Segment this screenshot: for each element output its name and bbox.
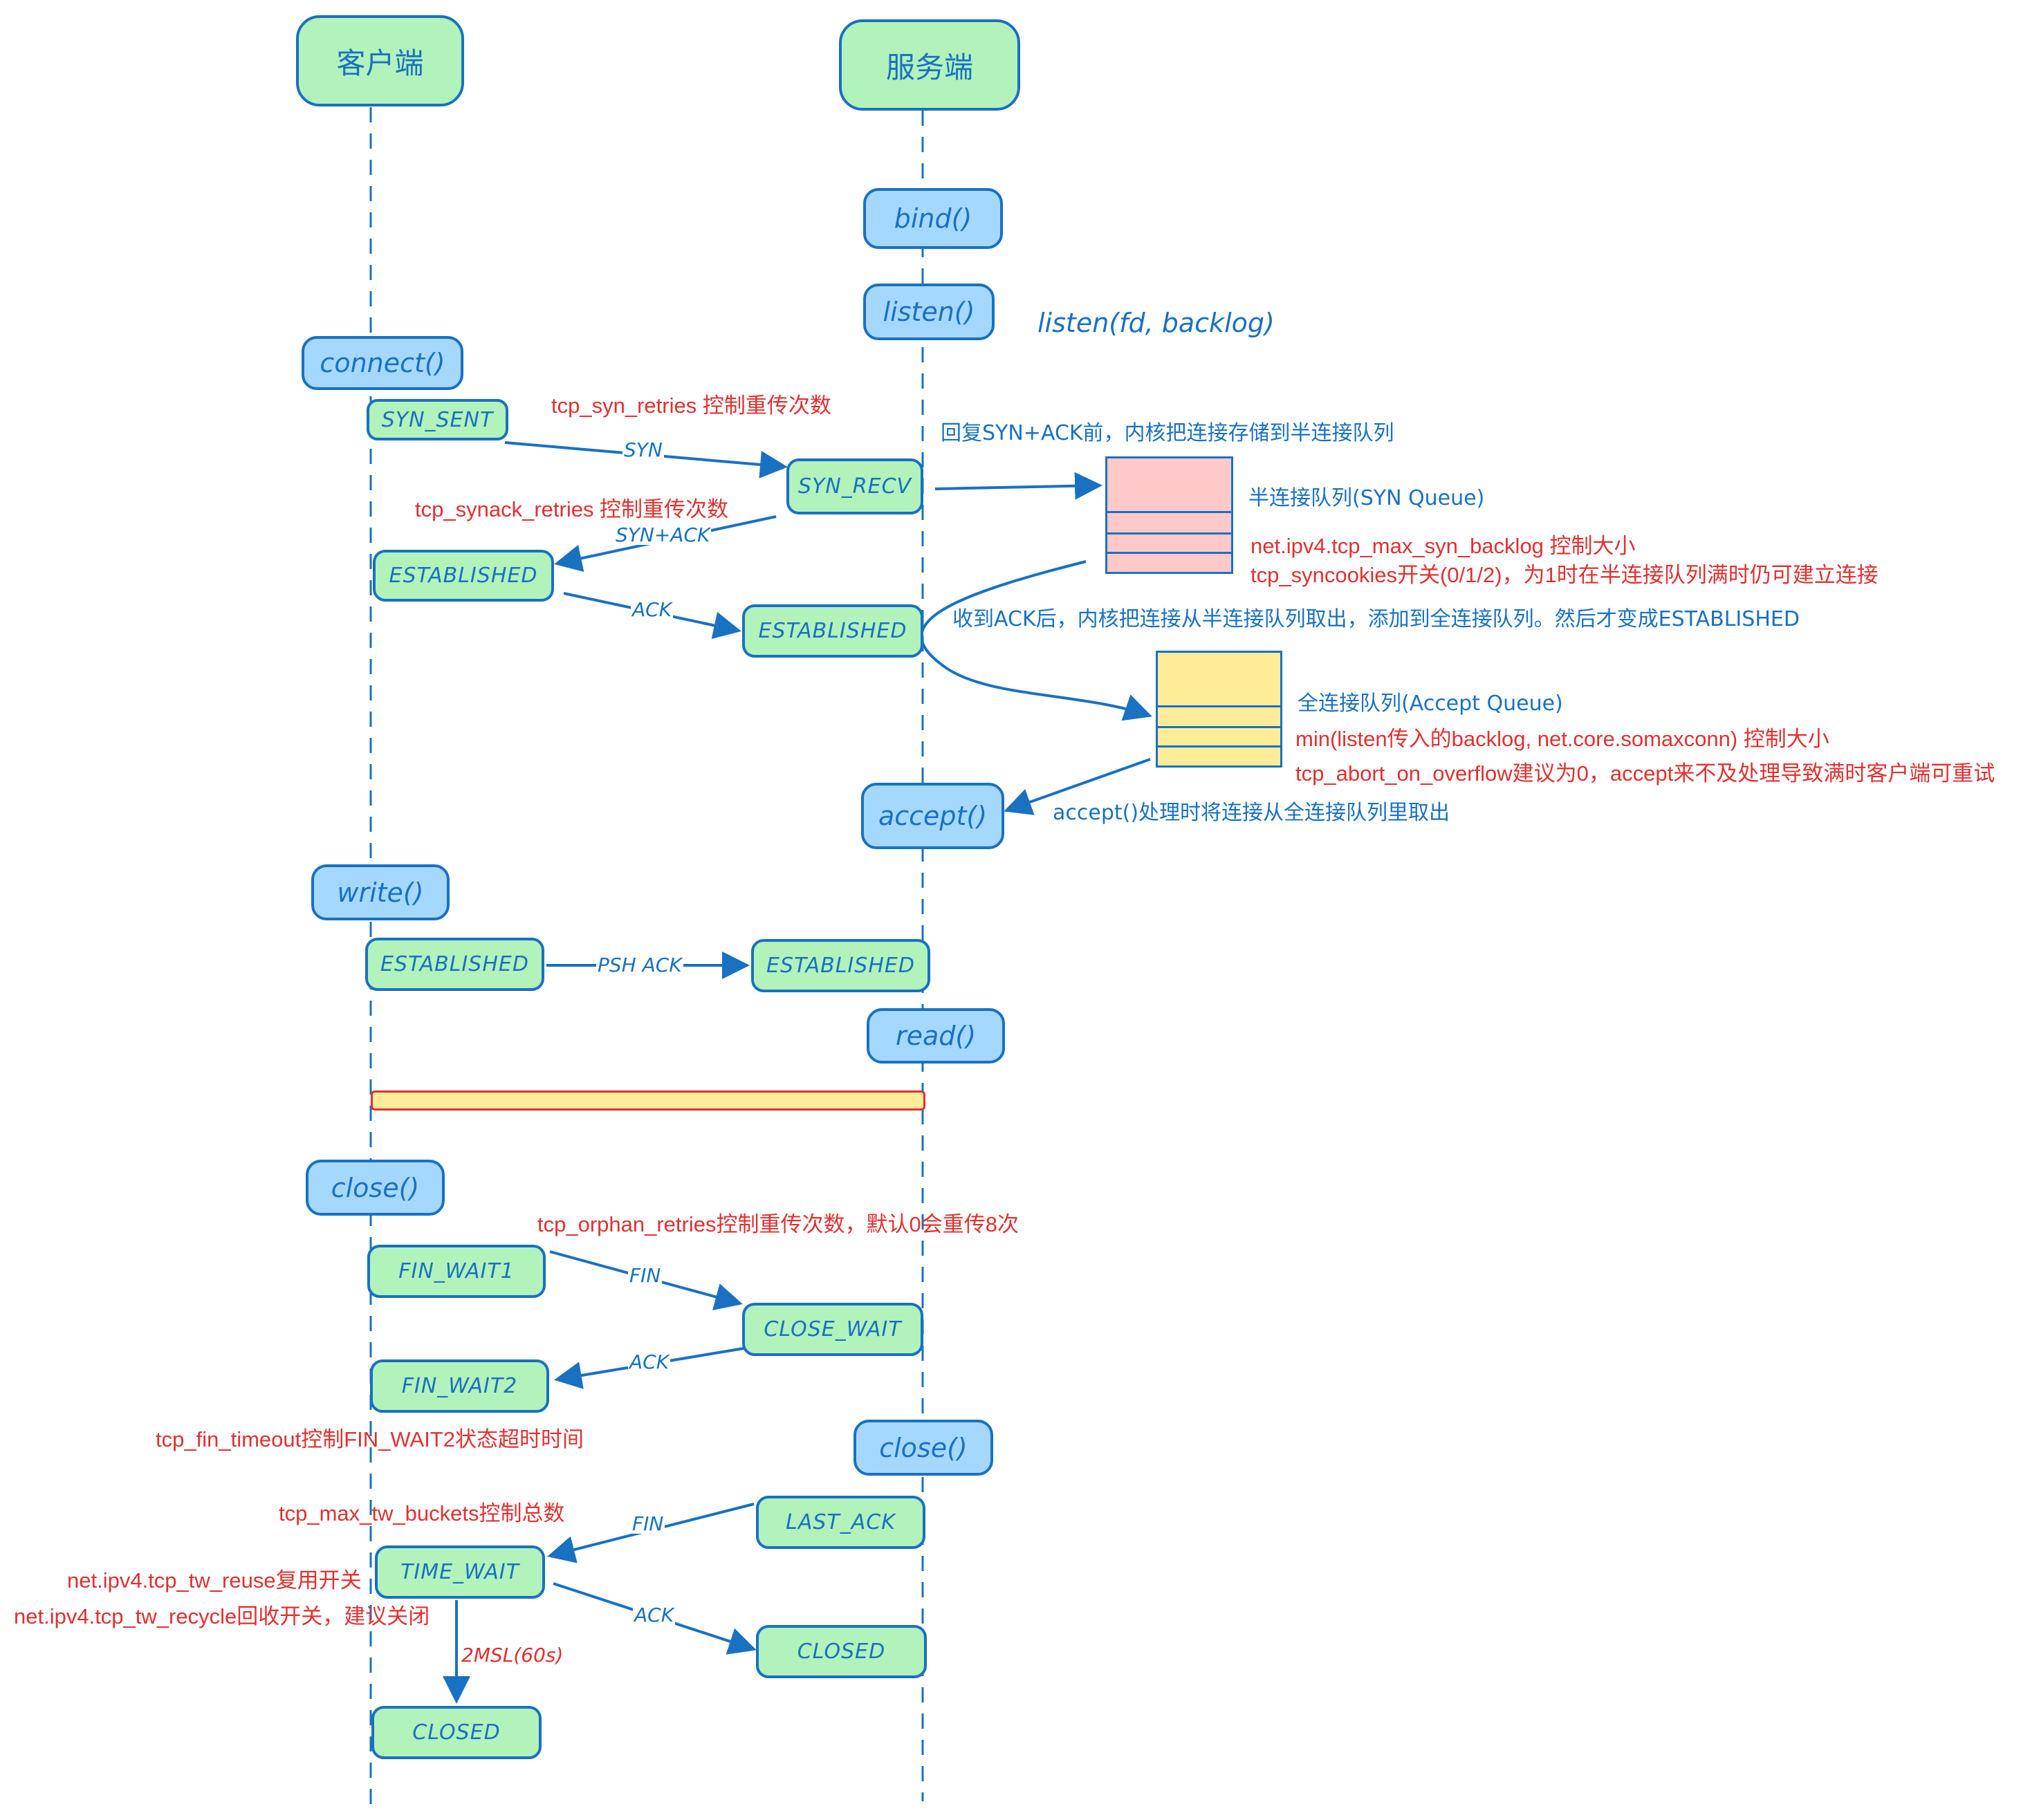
state-syn-recv: SYN_RECV	[786, 458, 923, 514]
accept-takes-note: accept()处理时将连接从全连接队列里取出	[1053, 801, 1450, 825]
synack-retries-note: tcp_synack_retries 控制重传次数	[415, 497, 729, 521]
syn-queue	[1105, 456, 1233, 574]
fin2-message-label: FIN	[631, 1512, 665, 1535]
before-synack-note: 回复SYN+ACK前，内核把连接存储到半连接队列	[941, 421, 1394, 445]
write-call: write()	[311, 864, 450, 920]
syn-queue-slot	[1107, 511, 1231, 513]
syn-queue-label: 半连接队列(SYN Queue)	[1248, 486, 1485, 510]
state-client-established-2: ESTABLISHED	[365, 938, 544, 991]
tw-buckets-note: tcp_max_tw_buckets控制总数	[279, 1501, 565, 1525]
connect-label: connect()	[320, 348, 445, 378]
psh-ack-message-label: PSH ACK	[596, 954, 683, 976]
state-syn-sent: SYN_SENT	[367, 399, 508, 440]
2msl-label: 2MSL(60s)	[461, 1644, 564, 1666]
syn-recv-label: SYN_RECV	[797, 474, 912, 499]
client-lane-header: 客户端	[296, 15, 464, 106]
accept-queue-slot	[1158, 745, 1280, 748]
server-closed-label: CLOSED	[797, 1640, 886, 1664]
fin-timeout-note: tcp_fin_timeout控制FIN_WAIT2状态超时时间	[156, 1427, 584, 1451]
accept-queue-size-note: min(listen传入的backlog, net.core.somaxconn…	[1295, 727, 1829, 751]
data-transfer-bar	[371, 1090, 925, 1111]
fin-wait1-label: FIN_WAIT1	[398, 1259, 515, 1283]
accept-call: accept()	[861, 783, 1004, 849]
write-label: write()	[337, 877, 424, 908]
client-established-2-label: ESTABLISHED	[380, 952, 529, 976]
after-ack-note: 收到ACK后，内核把连接从半连接队列取出，添加到全连接队列。然后才变成ESTAB…	[952, 607, 1800, 631]
accept-queue-slot	[1158, 705, 1280, 707]
client-lane-label: 客户端	[336, 46, 424, 80]
listen-signature-note: listen(fd, backlog)	[1037, 308, 1275, 338]
server-lane-label: 服务端	[885, 50, 973, 84]
syn-message-label: SYN	[622, 438, 664, 461]
synack-message-label: SYN+ACK	[614, 523, 712, 546]
server-close-call: close()	[853, 1420, 993, 1476]
listen-label: listen()	[883, 297, 975, 327]
accept-queue	[1156, 651, 1282, 768]
synqueue-to-acceptqueue-curve	[920, 560, 1152, 721]
state-last-ack: LAST_ACK	[756, 1496, 925, 1549]
close-wait-label: CLOSE_WAIT	[764, 1317, 902, 1341]
server-established-2-label: ESTABLISHED	[766, 954, 915, 978]
tw-recycle-note: net.ipv4.tcp_tw_recycle回收开关，建议关闭	[14, 1604, 430, 1628]
state-client-established-1: ESTABLISHED	[373, 550, 554, 602]
state-close-wait: CLOSE_WAIT	[742, 1303, 923, 1356]
ack1-message-label: ACK	[631, 598, 674, 621]
syn-backlog-note: net.ipv4.tcp_max_syn_backlog 控制大小	[1251, 534, 1636, 558]
syn-retries-note: tcp_syn_retries 控制重传次数	[551, 393, 831, 418]
diagram-connectors	[369, 107, 1152, 1815]
fin1-message-label: FIN	[628, 1264, 663, 1287]
client-close-call: close()	[306, 1160, 445, 1216]
accept-queue-slot	[1158, 726, 1280, 728]
state-client-closed: CLOSED	[371, 1706, 542, 1759]
fin-wait2-label: FIN_WAIT2	[401, 1374, 518, 1398]
synrecv-to-synqueue-arrow	[934, 472, 1102, 500]
bind-label: bind()	[894, 203, 972, 234]
state-time-wait: TIME_WAIT	[375, 1545, 545, 1599]
read-call: read()	[867, 1008, 1005, 1064]
state-server-established-1: ESTABLISHED	[742, 604, 923, 658]
abort-on-overflow-note: tcp_abort_on_overflow建议为0，accept来不及处理导致满…	[1295, 761, 1995, 786]
state-fin-wait1: FIN_WAIT1	[367, 1245, 546, 1298]
syn-queue-slot	[1107, 532, 1231, 535]
server-established-1-label: ESTABLISHED	[758, 619, 907, 643]
last-ack-label: LAST_ACK	[786, 1510, 896, 1534]
time-wait-label: TIME_WAIT	[400, 1560, 519, 1584]
state-server-established-2: ESTABLISHED	[751, 939, 930, 992]
tw-reuse-note: net.ipv4.tcp_tw_reuse复用开关	[67, 1568, 362, 1593]
server-lane-header: 服务端	[839, 19, 1020, 111]
client-close-label: close()	[331, 1172, 420, 1203]
listen-call: listen()	[863, 284, 995, 340]
server-close-label: close()	[879, 1432, 968, 1463]
connect-call: connect()	[302, 336, 463, 390]
read-label: read()	[895, 1021, 977, 1051]
ack3-message-label: ACK	[633, 1604, 676, 1626]
ack2-message-label: ACK	[628, 1350, 671, 1373]
syncookies-note: tcp_syncookies开关(0/1/2)，为1时在半连接队列满时仍可建立连…	[1251, 563, 1879, 587]
syn-queue-slot	[1107, 552, 1231, 554]
state-server-closed: CLOSED	[756, 1625, 927, 1678]
orphan-retries-note: tcp_orphan_retries控制重传次数，默认0会重传8次	[537, 1212, 1019, 1236]
bind-call: bind()	[863, 188, 1003, 249]
client-established-1-label: ESTABLISHED	[389, 564, 538, 588]
syn-sent-label: SYN_SENT	[381, 407, 494, 432]
state-fin-wait2: FIN_WAIT2	[370, 1359, 549, 1413]
accept-queue-label: 全连接队列(Accept Queue)	[1298, 691, 1563, 716]
accept-label: accept()	[878, 801, 988, 831]
client-closed-label: CLOSED	[412, 1720, 501, 1745]
